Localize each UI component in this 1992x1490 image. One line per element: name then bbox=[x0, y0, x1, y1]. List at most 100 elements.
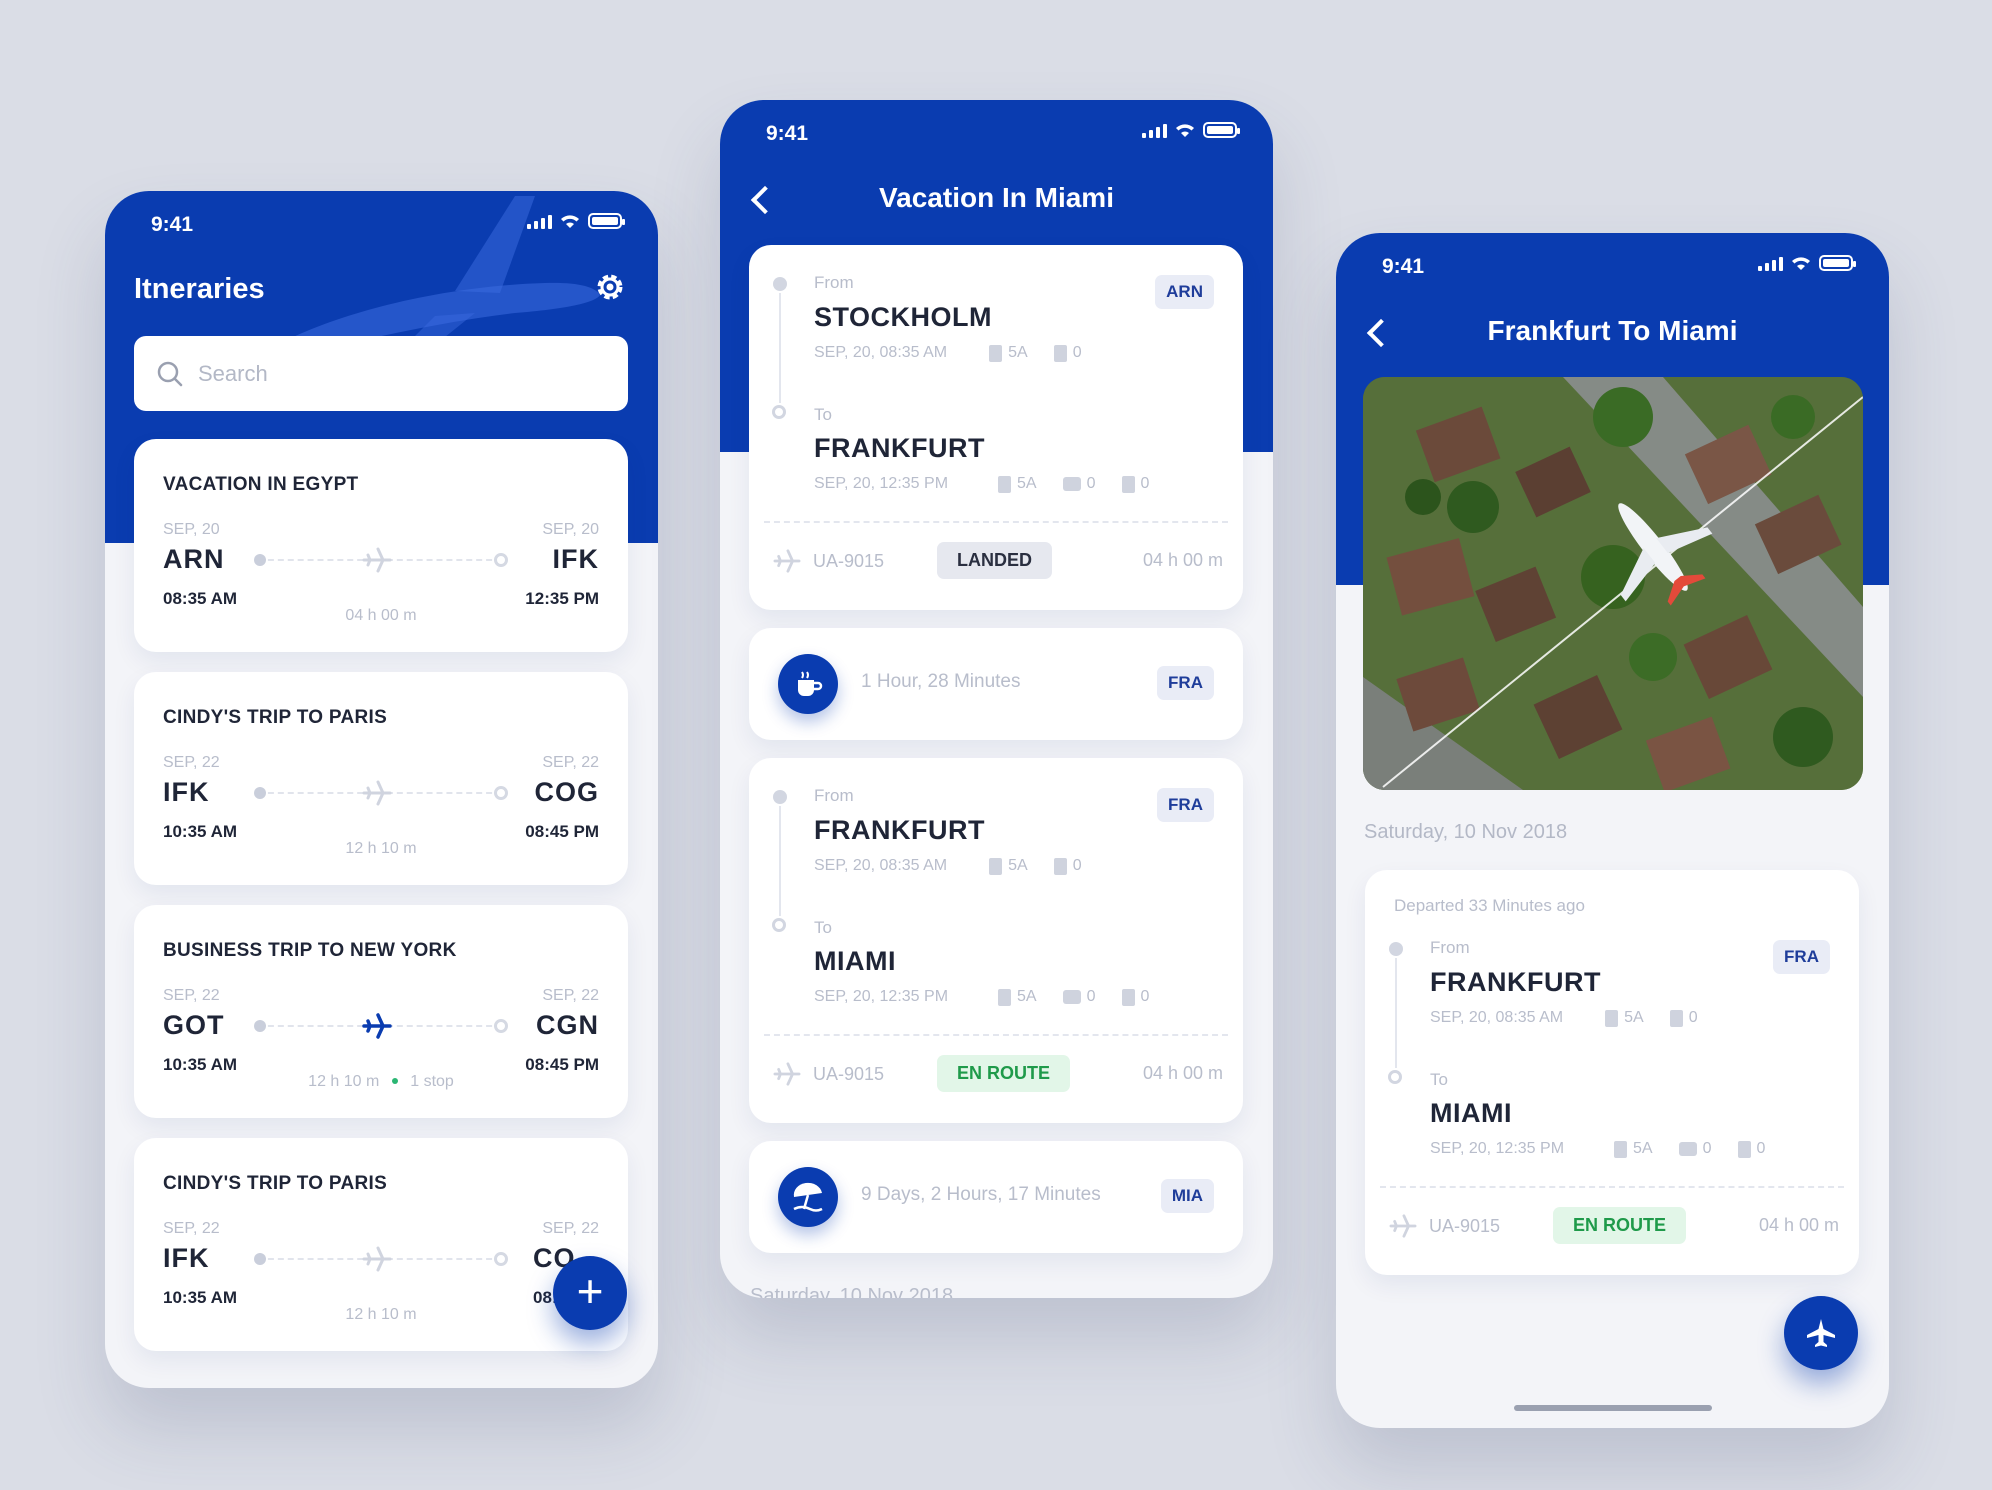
timeline-line bbox=[1395, 958, 1397, 1068]
origin-meta: SEP, 20, 08:35 AM 5A 0 bbox=[814, 857, 1082, 875]
seat-icon bbox=[989, 857, 1003, 875]
arrival-time: 12:35 PM bbox=[525, 589, 599, 608]
cabin-bag-icon bbox=[1062, 990, 1081, 1004]
destination-city: MIAMI bbox=[814, 946, 896, 976]
trip-title: BUSINESS TRIP TO NEW YORK bbox=[163, 940, 457, 961]
departure-time: 10:35 AM bbox=[163, 1288, 238, 1307]
departure-date: SEP, 22 bbox=[163, 754, 220, 771]
airplane-icon bbox=[1389, 1214, 1417, 1238]
page-title: Vacation In Miami bbox=[879, 182, 1114, 213]
flight-status-row: UA-9015 EN ROUTE 04 h 00 m bbox=[1389, 1207, 1839, 1244]
airport-tag: ARN bbox=[1155, 275, 1214, 309]
from-label: From bbox=[814, 273, 854, 292]
arrival-datetime: SEP, 20, 12:35 PM bbox=[814, 988, 949, 1005]
departure-datetime: SEP, 20, 08:35 AM bbox=[814, 344, 948, 361]
departure-time: 08:35 AM bbox=[163, 589, 238, 608]
stay-card[interactable]: 9 Days, 2 Hours, 17 Minutes MIA bbox=[749, 1141, 1243, 1253]
origin-code: IFK bbox=[163, 1243, 210, 1273]
origin-code: ARN bbox=[163, 544, 225, 574]
origin-dot bbox=[254, 1020, 266, 1032]
airplane-icon bbox=[362, 1246, 392, 1272]
stay-duration: 9 Days, 2 Hours, 17 Minutes bbox=[861, 1184, 1101, 1205]
flight-status-row: UA-9015 EN ROUTE 04 h 00 m bbox=[773, 1055, 1223, 1092]
trip-title: VACATION IN EGYPT bbox=[163, 474, 359, 495]
card-divider bbox=[764, 1034, 1228, 1036]
seat-number: 5A bbox=[1633, 1140, 1653, 1157]
layover-card[interactable]: 1 Hour, 28 Minutes FRA bbox=[749, 628, 1243, 740]
destination-city: MIAMI bbox=[1430, 1098, 1512, 1128]
flight-leg-card[interactable]: From STOCKHOLM SEP, 20, 08:35 AM 5A 0 AR… bbox=[749, 245, 1243, 610]
page-title: Itneraries bbox=[134, 273, 265, 305]
bag-count: 0 bbox=[1756, 1140, 1766, 1157]
seat-icon bbox=[1605, 1009, 1619, 1027]
settings-gear-icon[interactable] bbox=[594, 271, 626, 303]
origin-code: GOT bbox=[163, 1010, 225, 1040]
wifi-icon bbox=[561, 215, 579, 228]
section-date: Saturday, 10 Nov 2018 bbox=[750, 1285, 954, 1298]
seat-number: 5A bbox=[1624, 1009, 1644, 1026]
destination-code: CGN bbox=[536, 1010, 599, 1040]
origin-dot bbox=[773, 277, 787, 291]
bag-count: 0 bbox=[1072, 857, 1082, 874]
search-icon bbox=[157, 361, 183, 386]
duration-text: 12 h 10 m bbox=[308, 1073, 380, 1090]
bag-icon bbox=[1669, 1009, 1683, 1027]
destination-meta: SEP, 20, 12:35 PM 5A 0 0 bbox=[814, 988, 1149, 1006]
trip-card[interactable]: CINDY'S TRIP TO PARIS SEP, 22 SEP, 22 IF… bbox=[134, 1138, 628, 1351]
signal-icon bbox=[1758, 255, 1783, 271]
aerial-map-image bbox=[1363, 377, 1863, 790]
status-bar: 9:41 bbox=[720, 100, 1273, 160]
trip-duration: 12 h 10 m bbox=[345, 840, 417, 857]
flight-duration: 04 h 00 m bbox=[1142, 550, 1223, 570]
origin-dot bbox=[1389, 942, 1403, 956]
destination-dot bbox=[494, 1252, 508, 1266]
cabin-bag-icon bbox=[1678, 1142, 1697, 1156]
destination-dot bbox=[494, 553, 508, 567]
departure-date: SEP, 22 bbox=[163, 987, 220, 1004]
timeline-line bbox=[779, 806, 781, 916]
wifi-icon bbox=[1792, 257, 1810, 270]
search-input[interactable]: Search bbox=[134, 336, 628, 411]
trip-card[interactable]: CINDY'S TRIP TO PARIS SEP, 22 SEP, 22 IF… bbox=[134, 672, 628, 885]
trip-duration: 12 h 10 m bbox=[345, 1306, 417, 1323]
departure-time: 10:35 AM bbox=[163, 822, 238, 841]
seat-number: 5A bbox=[1008, 857, 1028, 874]
status-badge: EN ROUTE bbox=[937, 1055, 1071, 1092]
timeline-line bbox=[779, 293, 781, 403]
bag-icon bbox=[1121, 475, 1135, 493]
departure-datetime: SEP, 20, 08:35 AM bbox=[1430, 1009, 1564, 1026]
departure-datetime: SEP, 20, 08:35 AM bbox=[814, 857, 948, 874]
trip-detail-screen: 9:41 Vacation In Miami From STOCKHOLM SE… bbox=[720, 100, 1273, 1298]
bag-icon bbox=[1053, 344, 1067, 362]
seat-number: 5A bbox=[1017, 475, 1037, 492]
trip-card[interactable]: VACATION IN EGYPT SEP, 20 SEP, 20 ARN IF… bbox=[134, 439, 628, 652]
flight-number: UA-9015 bbox=[1429, 1215, 1501, 1236]
airplane-icon bbox=[1807, 1319, 1835, 1347]
flight-leg-card[interactable]: Departed 33 Minutes ago From FRANKFURT S… bbox=[1365, 870, 1859, 1275]
from-label: From bbox=[1430, 938, 1470, 957]
destination-code: COG bbox=[534, 777, 599, 807]
signal-icon bbox=[1142, 122, 1167, 138]
departure-date: SEP, 20 bbox=[163, 521, 220, 538]
origin-meta: SEP, 20, 08:35 AM 5A 0 bbox=[1430, 1009, 1698, 1027]
status-time: 9:41 bbox=[151, 213, 194, 236]
card-divider bbox=[1380, 1186, 1844, 1188]
destination-dot bbox=[772, 405, 786, 419]
flight-number: UA-9015 bbox=[813, 550, 885, 571]
cabin-bag-icon bbox=[1062, 477, 1081, 491]
plus-icon: + bbox=[576, 1265, 604, 1317]
trip-card[interactable]: BUSINESS TRIP TO NEW YORK SEP, 22 SEP, 2… bbox=[134, 905, 628, 1118]
arrival-datetime: SEP, 20, 12:35 PM bbox=[814, 475, 949, 492]
signal-icon bbox=[527, 213, 552, 229]
destination-dot bbox=[494, 1019, 508, 1033]
seat-icon bbox=[998, 988, 1012, 1006]
trip-title: CINDY'S TRIP TO PARIS bbox=[163, 707, 388, 728]
flight-action-button[interactable] bbox=[1784, 1296, 1858, 1370]
bag-count: 0 bbox=[1072, 344, 1082, 361]
bag-icon bbox=[1121, 988, 1135, 1006]
status-time: 9:41 bbox=[766, 122, 809, 145]
add-trip-button[interactable]: + bbox=[553, 1256, 627, 1330]
origin-dot bbox=[254, 554, 266, 566]
flight-leg-card[interactable]: From FRANKFURT SEP, 20, 08:35 AM 5A 0 FR… bbox=[749, 758, 1243, 1123]
layover-duration: 1 Hour, 28 Minutes bbox=[861, 671, 1021, 692]
